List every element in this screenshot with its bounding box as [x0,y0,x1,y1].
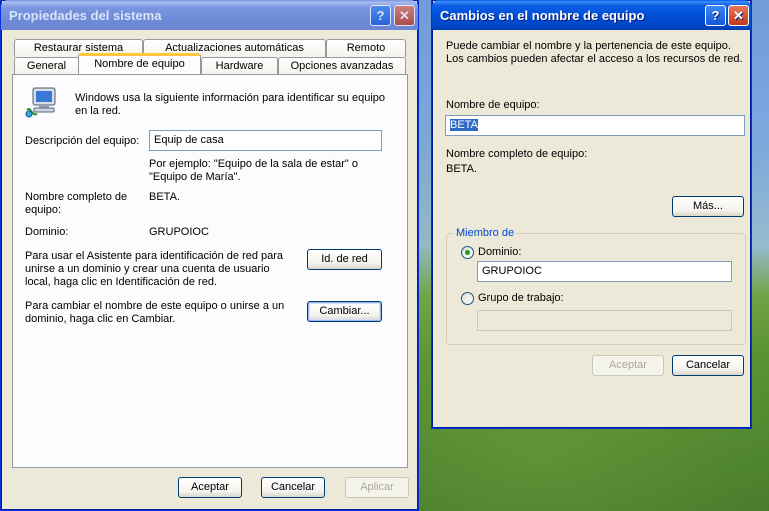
apply-button[interactable]: Aplicar [345,477,409,498]
tab-label: General [26,60,67,72]
domain-label: Dominio: [25,226,69,238]
computer-name-input[interactable]: BETA [445,115,745,136]
network-id-button[interactable]: Id. de red [307,249,382,270]
member-of-label: Miembro de [454,227,517,239]
computer-name-label: Nombre de equipo: [446,99,540,111]
tab-hardware[interactable]: Hardware [201,57,278,75]
domain-radio-label[interactable]: Dominio: [478,246,521,258]
tab-panel-nombre-de-equipo: Windows usa la siguiente información par… [12,74,408,468]
full-name-label: Nombre completo de equipo: [446,148,588,160]
description-input[interactable]: Equip de casa [149,130,382,151]
close-icon: ✕ [733,8,744,23]
computer-name-selected-text: BETA [450,119,478,131]
cancel-button[interactable]: Cancelar [261,477,325,498]
full-name-value: BETA. [446,163,477,175]
window-title: Cambios en el nombre de equipo [440,8,645,23]
member-of-group: Miembro de Dominio: GRUPOIOC Grupo de tr… [446,227,746,345]
close-icon: ✕ [399,8,410,23]
domain-input[interactable]: GRUPOIOC [477,261,732,282]
computer-name-changes-titlebar[interactable]: Cambios en el nombre de equipo ? ✕ [432,0,751,30]
intro-text: Windows usa la siguiente información par… [75,92,386,117]
ok-button[interactable]: Aceptar [592,355,664,376]
domain-value: GRUPOIOC [149,226,209,238]
tab-opciones-avanzadas[interactable]: Opciones avanzadas [278,57,406,75]
tab-general[interactable]: General [14,57,79,75]
system-properties-window: Propiedades del sistema ? ✕ Restaurar si… [0,0,419,511]
intro-text: Puede cambiar el nombre y la pertenencia… [446,40,743,65]
ok-button[interactable]: Aceptar [178,477,242,498]
close-button[interactable]: ✕ [394,5,415,26]
system-properties-titlebar[interactable]: Propiedades del sistema ? ✕ [1,0,418,30]
full-name-label: Nombre completo de equipo: [25,191,128,216]
help-icon: ? [376,8,385,23]
help-icon: ? [711,8,720,23]
full-name-value: BETA. [149,191,180,203]
example-text: Por ejemplo: "Equipo de la sala de estar… [149,158,358,183]
tab-label: Opciones avanzadas [290,60,394,72]
cancel-button[interactable]: Cancelar [672,355,744,376]
computer-network-icon [25,86,61,120]
domain-radio[interactable] [461,246,474,259]
help-button[interactable]: ? [705,5,726,26]
more-button[interactable]: Más... [672,196,744,217]
workgroup-input[interactable] [477,310,732,331]
computer-name-changes-window: Cambios en el nombre de equipo ? ✕ Puede… [431,0,752,429]
description-label: Descripción del equipo: [25,135,140,147]
window-title: Propiedades del sistema [9,8,162,23]
tab-label: Hardware [215,60,264,72]
network-id-text: Para usar el Asistente para identificaci… [25,250,284,288]
tab-nombre-de-equipo[interactable]: Nombre de equipo [78,53,201,74]
close-button[interactable]: ✕ [728,5,749,26]
change-button[interactable]: Cambiar... [307,301,382,322]
workgroup-radio[interactable] [461,292,474,305]
change-text: Para cambiar el nombre de este equipo o … [25,300,285,325]
tab-remoto[interactable]: Remoto [326,39,406,57]
workgroup-radio-label[interactable]: Grupo de trabajo: [478,292,564,304]
tab-label: Nombre de equipo [94,58,185,70]
help-button[interactable]: ? [370,5,391,26]
tab-label: Remoto [346,42,386,54]
